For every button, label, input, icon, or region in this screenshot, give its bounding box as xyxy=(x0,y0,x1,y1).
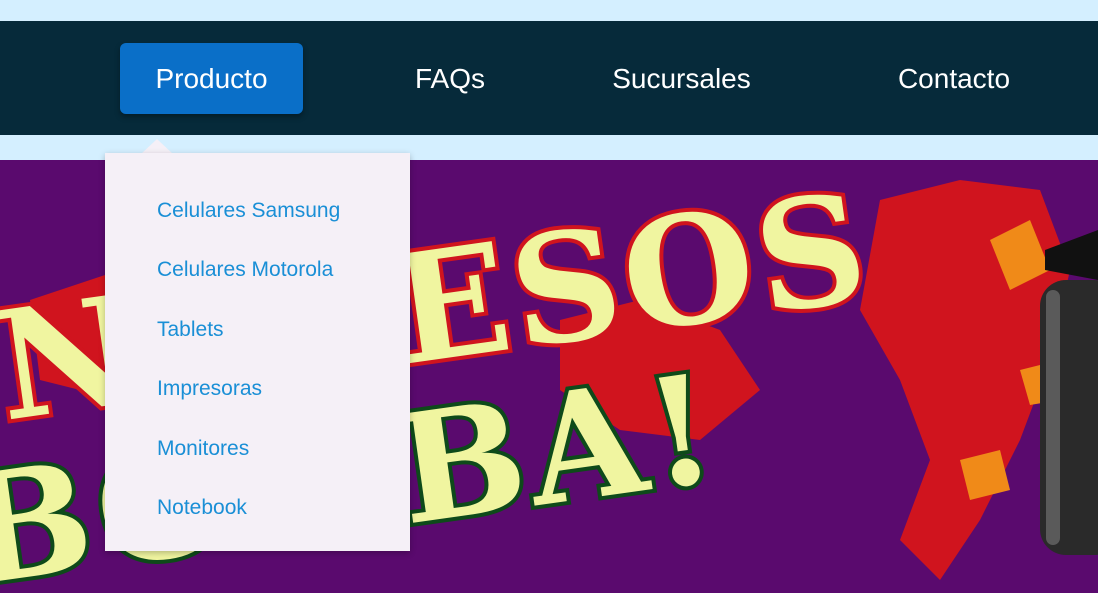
producto-dropdown-menu: Celulares Samsung Celulares Motorola Tab… xyxy=(105,153,410,551)
nav-producto[interactable]: Producto xyxy=(120,43,303,114)
nav-sucursales[interactable]: Sucursales xyxy=(600,43,763,114)
nav-contacto[interactable]: Contacto xyxy=(880,43,1028,114)
dropdown-item-celulares-motorola[interactable]: Celulares Motorola xyxy=(157,258,333,282)
dropdown-item-celulares-samsung[interactable]: Celulares Samsung xyxy=(157,199,340,223)
dropdown-item-impresoras[interactable]: Impresoras xyxy=(157,377,262,401)
dropdown-item-monitores[interactable]: Monitores xyxy=(157,437,249,461)
dropdown-caret xyxy=(141,139,173,154)
dropdown-item-notebook[interactable]: Notebook xyxy=(157,496,247,520)
dropdown-item-tablets[interactable]: Tablets xyxy=(157,318,224,342)
top-strip xyxy=(0,0,1098,21)
nav-faqs[interactable]: FAQs xyxy=(395,43,505,114)
